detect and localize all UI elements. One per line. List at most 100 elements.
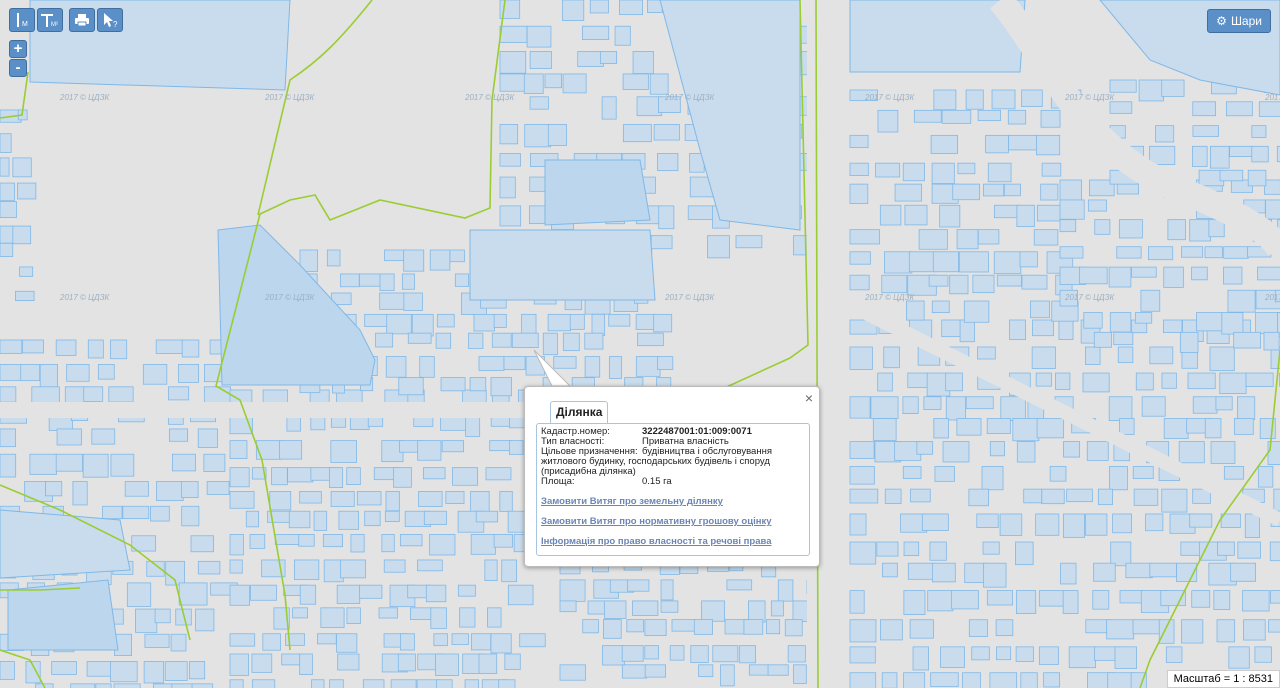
parcel[interactable]	[632, 51, 654, 74]
parcel[interactable]	[12, 157, 32, 178]
parcel[interactable]	[657, 153, 679, 172]
parcel[interactable]	[1145, 513, 1164, 532]
parcel[interactable]	[1191, 266, 1208, 281]
parcel[interactable]	[1114, 646, 1138, 669]
parcel[interactable]	[976, 513, 999, 528]
parcel[interactable]	[346, 467, 361, 485]
parcel[interactable]	[452, 467, 478, 486]
parcel[interactable]	[621, 645, 644, 662]
parcel[interactable]	[777, 579, 794, 602]
parcel[interactable]	[608, 313, 631, 327]
parcel[interactable]	[1161, 372, 1177, 389]
parcel[interactable]	[993, 251, 1022, 275]
parcel[interactable]	[293, 559, 320, 581]
parcel[interactable]	[1015, 541, 1034, 566]
parcel[interactable]	[1213, 590, 1231, 610]
parcel[interactable]	[544, 73, 563, 89]
parcel[interactable]	[430, 607, 447, 629]
parcel[interactable]	[587, 600, 607, 615]
parcel[interactable]	[601, 96, 617, 120]
parcel[interactable]	[0, 225, 14, 244]
parcel[interactable]	[910, 488, 931, 503]
parcel[interactable]	[423, 510, 447, 525]
parcel[interactable]	[1268, 619, 1280, 633]
parcel[interactable]	[386, 313, 412, 335]
parcel[interactable]	[197, 428, 218, 448]
parcel[interactable]	[336, 633, 358, 653]
parcel[interactable]	[635, 356, 661, 377]
parcel[interactable]	[1113, 331, 1134, 346]
parcel[interactable]	[97, 364, 115, 380]
parcel[interactable]	[1055, 372, 1071, 390]
parcel[interactable]	[1210, 145, 1230, 169]
parcel[interactable]	[364, 313, 389, 327]
parcel[interactable]	[417, 559, 443, 572]
parcel[interactable]	[671, 619, 696, 632]
parcel[interactable]	[15, 290, 35, 301]
parcel[interactable]	[1257, 266, 1280, 281]
parcel[interactable]	[1016, 204, 1035, 228]
parcel[interactable]	[1209, 346, 1235, 372]
parcel[interactable]	[1109, 79, 1137, 93]
parcel[interactable]	[229, 679, 244, 688]
order-parcel-extract-link[interactable]: Замовити Витяг про земельну ділянку	[541, 496, 805, 507]
parcel[interactable]	[0, 201, 17, 219]
parcel[interactable]	[712, 645, 739, 663]
parcel[interactable]	[1041, 162, 1062, 177]
parcel[interactable]	[939, 204, 961, 228]
parcel[interactable]	[743, 619, 764, 635]
parcel[interactable]	[1237, 396, 1256, 420]
parcel[interactable]	[1191, 145, 1208, 167]
parcel[interactable]	[83, 386, 104, 402]
parcel[interactable]	[1148, 246, 1174, 261]
parcel[interactable]	[95, 683, 112, 688]
parcel[interactable]	[435, 653, 459, 677]
parcel[interactable]	[1265, 199, 1280, 220]
parcel[interactable]	[195, 608, 215, 632]
parcel[interactable]	[602, 619, 622, 639]
parcel[interactable]	[271, 467, 288, 486]
parcel[interactable]	[206, 481, 230, 495]
parcel[interactable]	[91, 428, 116, 445]
parcel[interactable]	[1106, 619, 1135, 640]
parcel[interactable]	[451, 633, 469, 645]
parcel[interactable]	[1216, 619, 1236, 643]
parcel[interactable]	[419, 356, 435, 378]
parcel[interactable]	[1132, 619, 1162, 635]
parcel[interactable]	[875, 162, 901, 178]
parcel-large[interactable]	[0, 509, 131, 579]
parcel[interactable]	[599, 51, 618, 64]
parcel[interactable]	[108, 386, 134, 403]
parcel[interactable]	[441, 440, 465, 453]
parcel[interactable]	[245, 510, 260, 528]
parcel[interactable]	[1269, 541, 1280, 562]
parcel[interactable]	[433, 633, 448, 647]
parcel[interactable]	[956, 229, 979, 250]
parcel[interactable]	[644, 645, 659, 660]
parcel[interactable]	[921, 513, 949, 531]
parcel[interactable]	[1192, 125, 1219, 137]
parcel[interactable]	[619, 0, 643, 16]
parcel[interactable]	[559, 600, 577, 613]
parcel[interactable]	[849, 488, 879, 504]
parcel[interactable]	[849, 619, 877, 643]
parcel[interactable]	[336, 584, 361, 604]
parcel[interactable]	[143, 661, 164, 684]
parcel[interactable]	[660, 579, 674, 601]
parcel[interactable]	[464, 679, 480, 688]
parcel[interactable]	[1125, 562, 1153, 579]
parcel[interactable]	[582, 619, 599, 634]
parcel[interactable]	[849, 274, 870, 291]
parcel[interactable]	[150, 505, 170, 522]
parcel[interactable]	[1223, 246, 1249, 259]
parcel[interactable]	[1149, 346, 1174, 365]
parcel[interactable]	[626, 619, 644, 633]
parcel[interactable]	[627, 579, 650, 592]
parcel[interactable]	[949, 274, 969, 295]
parcel[interactable]	[498, 679, 516, 688]
parcel[interactable]	[379, 273, 395, 291]
parcel[interactable]	[995, 619, 1014, 637]
parcel[interactable]	[849, 513, 867, 536]
parcel[interactable]	[951, 590, 979, 610]
parcel[interactable]	[877, 109, 899, 133]
